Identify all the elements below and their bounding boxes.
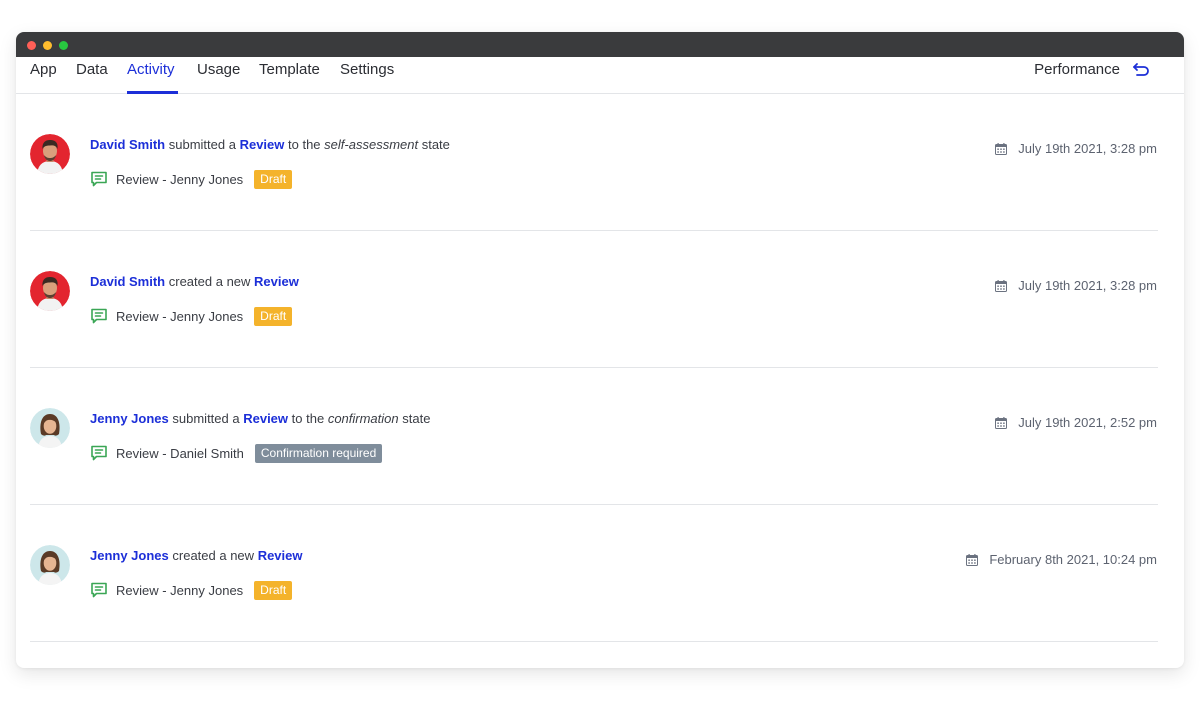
status-badge: Draft	[254, 306, 293, 326]
tab-activity[interactable]: Activity	[127, 61, 175, 79]
document-row: Review - Daniel Smith Confirmation requi…	[90, 442, 383, 464]
activity-verb: created a new	[172, 548, 255, 563]
activity-feed: David Smith submitted a Review to the se…	[30, 94, 1158, 642]
activity-date: July 19th 2021, 3:28 pm	[995, 278, 1157, 293]
activity-preposition: to the	[288, 137, 321, 152]
tab-template[interactable]: Template	[259, 61, 320, 79]
object-link[interactable]: Review	[240, 137, 285, 152]
state-name: confirmation	[327, 411, 399, 426]
document-row: Review - Jenny Jones Draft	[90, 168, 293, 190]
female-avatar[interactable]	[30, 408, 70, 448]
document-row: Review - Jenny Jones Draft	[90, 579, 293, 601]
document-link[interactable]: Review - Jenny Jones	[116, 172, 243, 187]
comment-icon	[91, 308, 107, 324]
title-bar	[16, 32, 1184, 57]
activity-suffix: state	[421, 137, 450, 152]
male-avatar[interactable]	[30, 271, 70, 311]
activity-date: July 19th 2021, 3:28 pm	[995, 141, 1157, 156]
tab-settings[interactable]: Settings	[340, 61, 394, 79]
actor-link[interactable]: David Smith	[90, 137, 165, 152]
close-window-button[interactable]	[27, 41, 36, 50]
activity-verb: created a new	[168, 274, 251, 289]
actor-link[interactable]: Jenny Jones	[90, 548, 169, 563]
calendar-icon	[995, 142, 1008, 155]
activity-item: David Smith submitted a Review to the se…	[30, 94, 1158, 231]
status-badge: Draft	[254, 580, 293, 600]
activity-suffix: state	[402, 411, 431, 426]
calendar-icon	[995, 279, 1008, 292]
activity-description: David Smith submitted a Review to the se…	[90, 137, 450, 152]
activity-preposition: to the	[291, 411, 325, 426]
performance-back-button[interactable]: Performance	[1034, 61, 1150, 78]
tab-usage[interactable]: Usage	[197, 61, 240, 79]
activity-verb: submitted a	[168, 137, 236, 152]
activity-item: Jenny Jones submitted a Review to the co…	[30, 368, 1158, 505]
object-link[interactable]: Review	[258, 548, 303, 563]
back-arrow-icon	[1133, 62, 1149, 76]
state-name: self-assessment	[324, 137, 419, 152]
calendar-icon	[995, 416, 1008, 429]
female-avatar[interactable]	[30, 545, 70, 585]
document-link[interactable]: Review - Jenny Jones	[116, 583, 243, 598]
date-text: July 19th 2021, 2:52 pm	[1018, 415, 1157, 430]
activity-verb: submitted a	[172, 411, 240, 426]
activity-description: Jenny Jones submitted a Review to the co…	[90, 411, 430, 426]
date-text: July 19th 2021, 3:28 pm	[1018, 278, 1157, 293]
actor-link[interactable]: David Smith	[90, 274, 165, 289]
date-text: July 19th 2021, 3:28 pm	[1018, 141, 1157, 156]
object-link[interactable]: Review	[254, 274, 299, 289]
activity-date: February 8th 2021, 10:24 pm	[966, 552, 1157, 567]
tab-app[interactable]: App	[30, 61, 57, 79]
comment-icon	[91, 171, 107, 187]
maximize-window-button[interactable]	[59, 41, 68, 50]
activity-description: David Smith created a new Review	[90, 274, 299, 289]
tab-data[interactable]: Data	[76, 61, 108, 79]
activity-item: Jenny Jones created a new Review Review …	[30, 505, 1158, 642]
status-badge: Draft	[254, 169, 293, 189]
tab-bar: App Data Activity Usage Template Setting…	[16, 57, 1184, 94]
activity-date: July 19th 2021, 2:52 pm	[995, 415, 1157, 430]
document-row: Review - Jenny Jones Draft	[90, 305, 293, 327]
document-link[interactable]: Review - Daniel Smith	[116, 446, 244, 461]
minimize-window-button[interactable]	[43, 41, 52, 50]
male-avatar[interactable]	[30, 134, 70, 174]
performance-label: Performance	[1034, 61, 1120, 78]
object-link[interactable]: Review	[243, 411, 288, 426]
status-badge: Confirmation required	[254, 443, 383, 463]
app-window: App Data Activity Usage Template Setting…	[16, 32, 1184, 668]
comment-icon	[91, 582, 107, 598]
document-link[interactable]: Review - Jenny Jones	[116, 309, 243, 324]
activity-description: Jenny Jones created a new Review	[90, 548, 303, 563]
date-text: February 8th 2021, 10:24 pm	[989, 552, 1157, 567]
calendar-icon	[966, 553, 979, 566]
comment-icon	[91, 445, 107, 461]
activity-item: David Smith created a new Review Review …	[30, 231, 1158, 368]
actor-link[interactable]: Jenny Jones	[90, 411, 169, 426]
